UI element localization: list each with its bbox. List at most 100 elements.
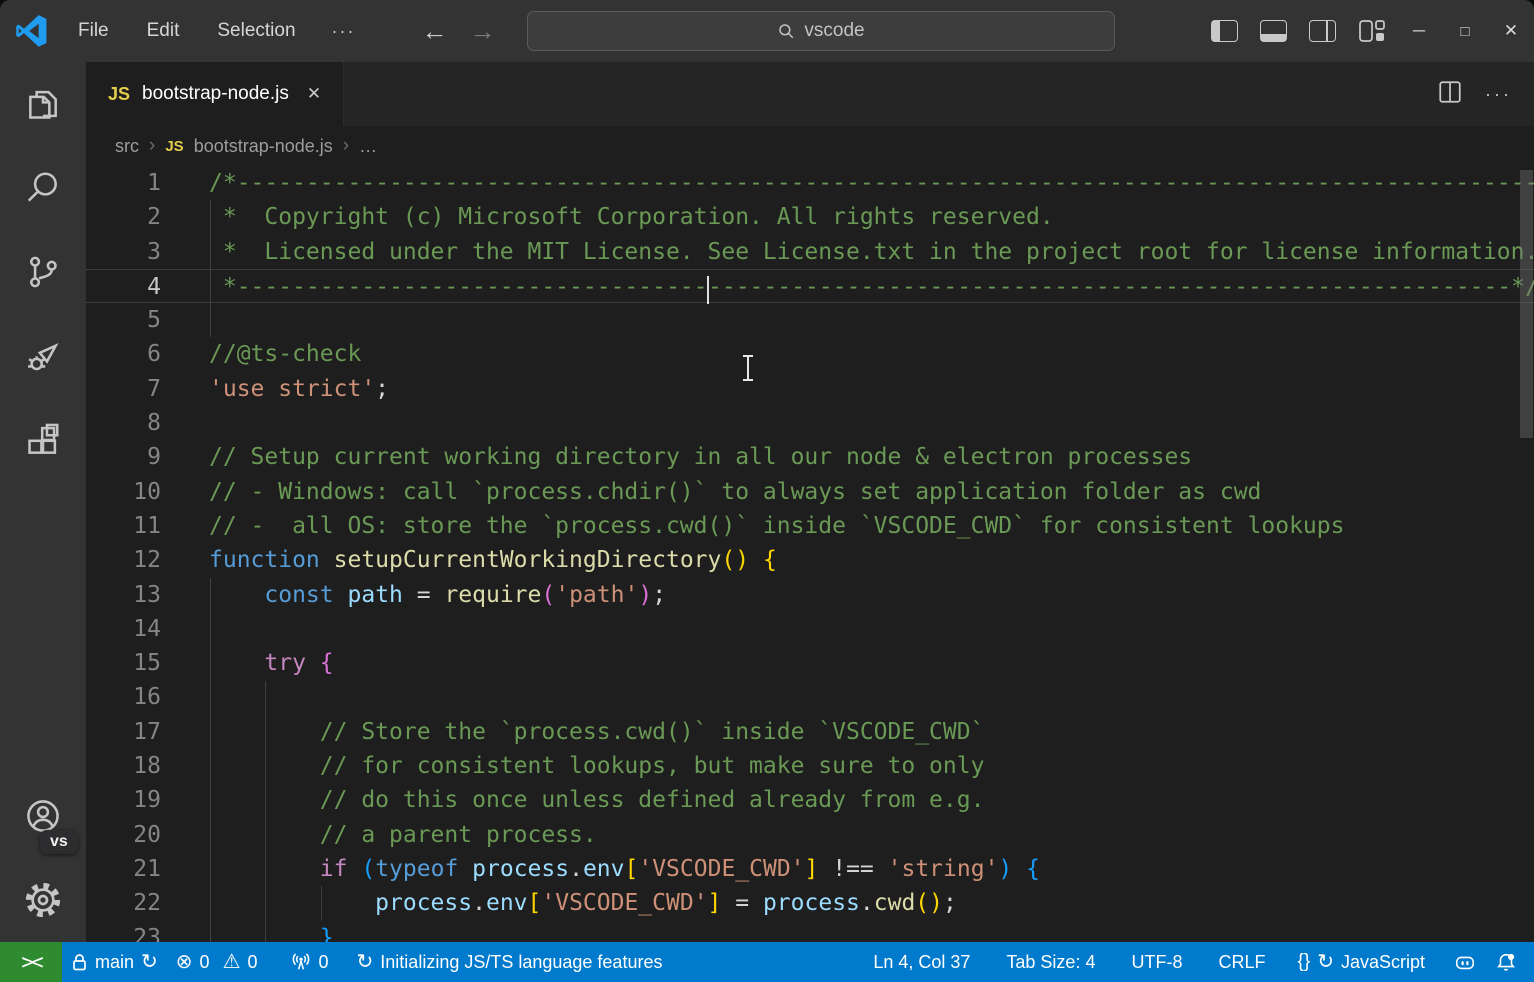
code-text: // do this once unless defined already f… [161, 783, 984, 817]
ports-indicator[interactable]: 0 [281, 942, 338, 982]
chevron-right-icon: › [343, 135, 349, 157]
line-number: 6 [86, 337, 161, 371]
toggle-sidebar-icon[interactable] [1211, 20, 1238, 42]
copilot-icon [1453, 951, 1477, 973]
lock-icon [71, 952, 88, 972]
line-number: 16 [86, 680, 161, 714]
remote-indicator[interactable]: >< [0, 942, 62, 982]
code-line[interactable]: 2 * Copyright (c) Microsoft Corporation.… [86, 200, 1534, 234]
branch-indicator[interactable]: main ↻ [62, 942, 167, 982]
vertical-scrollbar[interactable] [1520, 170, 1533, 438]
code-line[interactable]: 3 * Licensed under the MIT License. See … [86, 235, 1534, 269]
status-bar: >< main ↻ ⊗ 0 ⚠ 0 [0, 942, 1534, 982]
tab-close-icon[interactable]: ✕ [301, 80, 327, 108]
search-sidebar-icon[interactable] [0, 146, 86, 230]
line-number: 15 [86, 646, 161, 680]
language-status-message[interactable]: ↻ Initializing JS/TS language features [348, 942, 672, 982]
cursor-position-label: Ln 4, Col 37 [873, 952, 970, 973]
line-number: 13 [86, 578, 161, 612]
line-number: 5 [86, 303, 161, 337]
tab-label: bootstrap-node.js [142, 83, 289, 105]
code-line[interactable]: 12function setupCurrentWorkingDirectory(… [86, 543, 1534, 577]
line-number: 21 [86, 852, 161, 886]
line-number: 18 [86, 749, 161, 783]
code-text: *---------------------------------------… [161, 270, 1534, 302]
problems-indicator[interactable]: ⊗ 0 ⚠ 0 [167, 942, 267, 982]
refresh-icon: ↻ [1317, 952, 1334, 972]
code-text: if (typeof process.env['VSCODE_CWD'] !==… [161, 852, 1040, 886]
code-line[interactable]: 9// Setup current working directory in a… [86, 440, 1534, 474]
breadcrumb-file[interactable]: bootstrap-node.js [194, 136, 333, 157]
vscode-window: File Edit Selection ··· ← → vscode [0, 0, 1534, 982]
code-line[interactable]: 8 [86, 406, 1534, 440]
status-bar-right: Ln 4, Col 37 Tab Size: 4 UTF-8 CRLF {} ↻… [864, 942, 1534, 982]
warning-icon: ⚠ [223, 952, 241, 972]
command-center-search[interactable]: vscode [527, 11, 1115, 51]
code-line[interactable]: 13 const path = require('path'); [86, 578, 1534, 612]
notifications[interactable] [1486, 942, 1526, 982]
line-number: 9 [86, 440, 161, 474]
code-line[interactable]: 4 *-------------------------------------… [86, 269, 1534, 303]
more-actions-icon[interactable]: ··· [1485, 84, 1512, 105]
copilot-status[interactable] [1444, 942, 1486, 982]
encoding-setting[interactable]: UTF-8 [1122, 942, 1191, 982]
eol-label: CRLF [1218, 952, 1265, 973]
indent-guide [265, 681, 266, 943]
code-line[interactable]: 10// - Windows: call `process.chdir()` t… [86, 475, 1534, 509]
language-label: JavaScript [1341, 952, 1425, 973]
maximize-button[interactable]: □ [1442, 0, 1488, 62]
split-editor-icon[interactable] [1437, 79, 1463, 110]
code-editor[interactable]: 1/*-------------------------------------… [86, 166, 1534, 942]
line-number: 17 [86, 715, 161, 749]
code-text: // for consistent lookups, but make sure… [161, 749, 984, 783]
code-line[interactable]: 21 if (typeof process.env['VSCODE_CWD'] … [86, 852, 1534, 886]
breadcrumb-symbol-more[interactable]: … [359, 136, 377, 157]
code-line[interactable]: 17 // Store the `process.cwd()` inside `… [86, 715, 1534, 749]
code-line[interactable]: 23 } [86, 921, 1534, 942]
code-line[interactable]: 7'use strict'; [86, 372, 1534, 406]
source-control-icon[interactable] [0, 230, 86, 314]
menu-file[interactable]: File [66, 14, 121, 48]
code-line[interactable]: 5 [86, 303, 1534, 337]
minimize-button[interactable]: ─ [1396, 0, 1442, 62]
code-line[interactable]: 14 [86, 612, 1534, 646]
code-line[interactable]: 1/*-------------------------------------… [86, 166, 1534, 200]
code-line[interactable]: 22 process.env['VSCODE_CWD'] = process.c… [86, 886, 1534, 920]
line-number: 22 [86, 886, 161, 920]
menu-edit[interactable]: Edit [135, 14, 192, 48]
language-mode[interactable]: {} ↻ JavaScript [1288, 942, 1434, 982]
code-text: // Setup current working directory in al… [161, 440, 1192, 474]
close-button[interactable]: ✕ [1488, 0, 1534, 62]
run-debug-icon[interactable] [0, 314, 86, 398]
cursor-position[interactable]: Ln 4, Col 37 [864, 942, 979, 982]
toggle-secondary-sidebar-icon[interactable] [1309, 20, 1336, 42]
js-file-icon: JS [165, 138, 183, 155]
forward-button[interactable]: → [470, 16, 496, 47]
error-icon: ⊗ [176, 952, 193, 972]
tab-size-label: Tab Size: 4 [1006, 952, 1095, 973]
code-line[interactable]: 15 try { [86, 646, 1534, 680]
back-button[interactable]: ← [422, 16, 448, 47]
code-line[interactable]: 11// - all OS: store the `process.cwd()`… [86, 509, 1534, 543]
customize-layout-icon[interactable] [1358, 19, 1385, 43]
explorer-icon[interactable] [0, 62, 86, 146]
ports-count: 0 [319, 952, 329, 973]
code-line[interactable]: 18 // for consistent lookups, but make s… [86, 749, 1534, 783]
extensions-icon[interactable] [0, 398, 86, 482]
toggle-panel-icon[interactable] [1260, 20, 1287, 42]
indentation-setting[interactable]: Tab Size: 4 [997, 942, 1104, 982]
tab-bootstrap-node[interactable]: JS bootstrap-node.js ✕ [86, 62, 344, 126]
menu-selection[interactable]: Selection [205, 14, 307, 48]
code-line[interactable]: 20 // a parent process. [86, 818, 1534, 852]
code-line[interactable]: 19 // do this once unless defined alread… [86, 783, 1534, 817]
error-count: 0 [200, 952, 210, 973]
code-line[interactable]: 6//@ts-check [86, 337, 1534, 371]
code-line[interactable]: 16 [86, 680, 1534, 714]
eol-setting[interactable]: CRLF [1209, 942, 1274, 982]
breadcrumb-folder[interactable]: src [115, 136, 139, 157]
warning-count: 0 [248, 952, 258, 973]
settings-gear-icon[interactable] [0, 858, 86, 942]
search-icon [777, 22, 795, 40]
menu-overflow-button[interactable]: ··· [322, 15, 366, 48]
line-number: 20 [86, 818, 161, 852]
